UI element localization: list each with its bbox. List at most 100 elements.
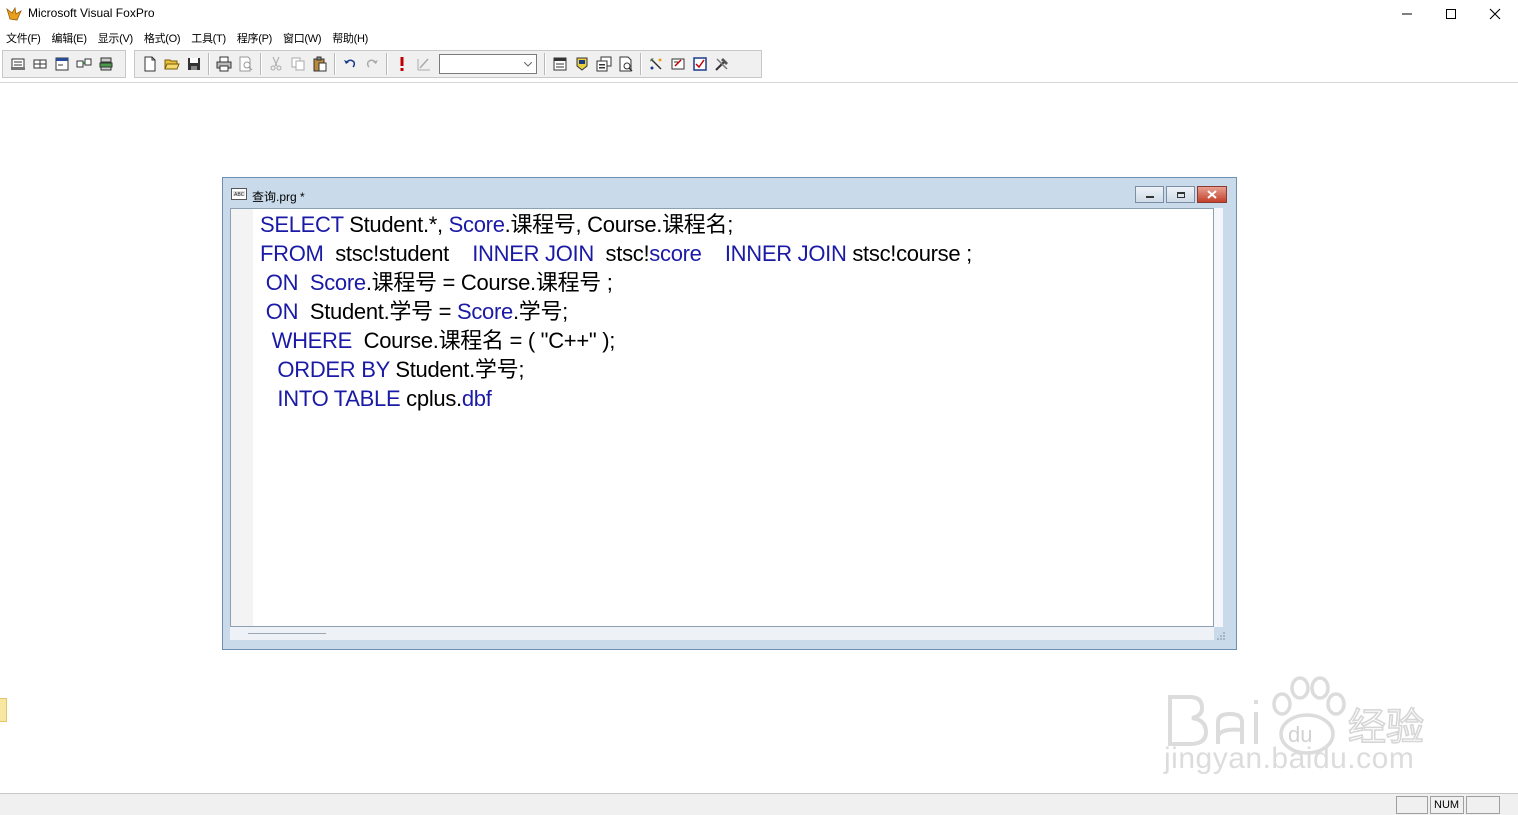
maximize-button[interactable] [1428,0,1474,28]
open-icon [164,59,180,70]
code-token: cplus. [400,386,462,411]
code-keyword: ON [260,299,299,324]
code-line[interactable]: SELECT Student.*, Score.课程号, Course.课程名; [260,210,972,239]
form-wizard-button[interactable] [645,53,667,75]
code-token: .课程号, Course.课程名; [504,212,734,237]
code-token: stsc!student [323,241,473,266]
code-token: Student.*, [343,212,449,237]
menu-window[interactable]: 窗口(W) [279,30,328,46]
builder-button[interactable] [711,53,733,75]
redo-button[interactable] [361,53,383,75]
paste-button[interactable] [309,53,331,75]
code-keyword: SELECT [260,212,344,237]
foxpro-logo-icon [6,6,22,21]
form-wizard-icon [650,58,662,70]
new-icon [144,56,156,72]
properties-icon [596,56,612,72]
report-designer-button[interactable] [7,53,29,75]
builder-icon [715,58,728,71]
report-wizard-icon [671,58,685,70]
data-session-button[interactable] [571,53,593,75]
editor-close-button[interactable] [1197,186,1227,203]
menu-bar: 文件(F) 编辑(E) 显示(V) 格式(O) 工具(T) 程序(P) 窗口(W… [0,28,1518,48]
copy-button[interactable] [287,53,309,75]
code-keyword: INNER JOIN [724,241,847,266]
title-bar: Microsoft Visual FoxPro [0,0,1518,28]
modify-form-button[interactable] [413,53,435,75]
code-line[interactable]: ORDER BY Student.学号; [260,355,972,384]
num-lock-indicator: NUM [1430,796,1464,814]
label-designer-button[interactable] [29,53,51,75]
command-window-button[interactable] [549,53,571,75]
code-line[interactable]: FROM stsc!student INNER JOIN stsc!score … [260,239,972,268]
project-icon [99,57,113,71]
code-keyword: ON [260,270,299,295]
status-bar: NUM [0,793,1518,815]
designer-toolbar [2,50,126,78]
combo-box[interactable] [439,54,537,74]
project-manager-button[interactable] [95,53,117,75]
minimize-button[interactable] [1384,0,1430,28]
modify-form-icon [417,58,430,71]
command-window-icon [553,57,567,71]
scrollbar-thumb[interactable] [248,633,326,634]
cut-button[interactable] [265,53,287,75]
label-icon [33,59,47,69]
code-keyword: Score [456,299,513,324]
status-panel-empty [1466,796,1500,814]
properties-button[interactable] [593,53,615,75]
form-icon [55,57,69,71]
svg-text:ABC: ABC [234,192,245,198]
menu-tools[interactable]: 工具(T) [187,30,233,46]
code-text[interactable]: SELECT Student.*, Score.课程号, Course.课程名;… [260,210,972,413]
print-button[interactable] [213,53,235,75]
code-token: Course.课程名 = ( "C++" ); [352,328,616,353]
menu-file[interactable]: 文件(F) [2,30,48,46]
report-icon [11,58,25,70]
standard-toolbar [134,50,762,78]
code-line[interactable]: WHERE Course.课程名 = ( "C++" ); [260,326,972,355]
new-button[interactable] [139,53,161,75]
report-wizard-button[interactable] [667,53,689,75]
editor-margin [231,209,253,626]
save-icon [188,58,200,70]
undo-button[interactable] [339,53,361,75]
toolbox-button[interactable] [689,53,711,75]
side-panel-tab[interactable] [0,698,7,722]
minimize-icon [1402,13,1412,15]
menu-program[interactable]: 程序(P) [233,30,279,46]
code-window-button[interactable] [615,53,637,75]
code-line[interactable]: INTO TABLE cplus.dbf [260,384,972,413]
menu-edit[interactable]: 编辑(E) [48,30,94,46]
chevron-down-icon [524,61,532,67]
database-designer-button[interactable] [73,53,95,75]
print-preview-icon [239,56,253,72]
menu-view[interactable]: 显示(V) [94,30,140,46]
form-designer-button[interactable] [51,53,73,75]
close-icon [1489,8,1501,20]
run-button[interactable] [391,53,413,75]
code-line[interactable]: ON Score.课程号 = Course.课程号 ; [260,268,972,297]
editor-window: ABC 查询.prg * SELECT Student.*, Score.课程号… [222,177,1237,650]
redo-icon [366,59,378,68]
resize-grip-icon[interactable] [1216,631,1226,641]
editor-restore-button[interactable] [1166,186,1195,203]
open-button[interactable] [161,53,183,75]
editor-title-bar[interactable]: ABC 查询.prg * [223,178,1236,208]
horizontal-scrollbar[interactable] [230,627,1214,640]
editor-minimize-button[interactable] [1135,186,1164,203]
vertical-scrollbar[interactable] [1214,208,1223,627]
save-button[interactable] [183,53,205,75]
menu-format[interactable]: 格式(O) [140,30,187,46]
menu-help[interactable]: 帮助(H) [328,30,375,46]
code-line[interactable]: ON Student.学号 = Score.学号; [260,297,972,326]
toolbar-separator [334,53,336,75]
copy-icon [291,57,305,71]
code-token: Student.学号 = [298,299,457,324]
toolbar-separator [640,53,642,75]
close-button[interactable] [1472,0,1518,28]
code-editor[interactable]: SELECT Student.*, Score.课程号, Course.课程名;… [230,208,1214,627]
combo-arrow[interactable] [520,55,536,73]
print-preview-button[interactable] [235,53,257,75]
run-icon [400,57,404,71]
